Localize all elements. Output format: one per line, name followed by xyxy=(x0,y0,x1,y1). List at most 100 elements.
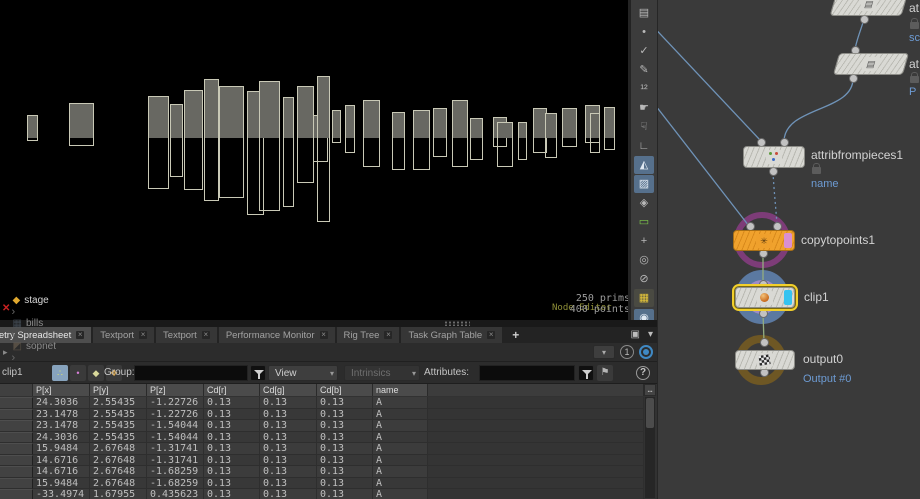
row-number-cell[interactable] xyxy=(0,466,33,478)
tab-performance-monitor[interactable]: Performance Monitor× xyxy=(219,327,335,343)
cell: 2.67648 xyxy=(90,443,147,455)
wireframe-box xyxy=(259,81,280,211)
intrinsics-dropdown[interactable]: Intrinsics ▾ xyxy=(344,365,420,381)
row-number-cell[interactable] xyxy=(0,409,33,421)
column-header-Cdg[interactable]: Cd[g] xyxy=(260,384,317,396)
tab-add-button[interactable]: + xyxy=(504,327,527,343)
output0-connector[interactable] xyxy=(760,338,769,347)
no-preview-icon[interactable]: ⊘ xyxy=(634,270,654,288)
column-header-filler xyxy=(428,384,644,396)
attributes-filter-icon[interactable] xyxy=(578,365,594,381)
scrollbar-thumb[interactable] xyxy=(646,398,654,428)
scene-viewport[interactable]: Node Editor 250 prims 400 points ✕ xyxy=(0,0,628,320)
tab-close-icon[interactable]: × xyxy=(320,331,328,339)
cone-snap-icon[interactable]: ◭ xyxy=(634,156,654,174)
tab-rig-tree[interactable]: Rig Tree× xyxy=(337,327,400,343)
wireframe-box xyxy=(317,76,330,222)
attribnode-b-connector[interactable] xyxy=(849,74,858,83)
cell-filler xyxy=(428,397,644,409)
help-button[interactable]: ? xyxy=(636,366,650,380)
point-numbers-icon[interactable]: ¹² xyxy=(634,80,654,98)
row-number-cell[interactable] xyxy=(0,443,33,455)
column-header-name[interactable]: name xyxy=(373,384,428,396)
row-number-cell[interactable] xyxy=(0,420,33,432)
row-number-cell[interactable] xyxy=(0,397,33,409)
prims-count: 250 prims xyxy=(546,293,628,304)
attribnode-a-connector[interactable] xyxy=(860,15,869,24)
clip1-flag-segment[interactable] xyxy=(784,290,792,305)
geometry-box-icon[interactable]: ▭ xyxy=(634,213,654,231)
wireframe-box xyxy=(392,112,405,170)
vertices-mode-button[interactable]: • xyxy=(70,365,86,381)
pane-type-icon[interactable]: ▣ xyxy=(631,329,640,340)
row-number-cell[interactable] xyxy=(0,489,33,499)
cell: 1.67955 xyxy=(90,489,147,499)
link-badge[interactable]: 1 xyxy=(620,345,634,359)
breadcrumb-item-stage[interactable]: ◆stage xyxy=(10,295,88,306)
angle-ruler-icon[interactable]: ∟ xyxy=(634,137,654,155)
tab-close-icon[interactable]: × xyxy=(384,331,392,339)
tab-close-icon[interactable]: × xyxy=(202,331,210,339)
points-mode-button[interactable]: ∴ xyxy=(52,365,68,381)
flag-button[interactable]: ⚑ xyxy=(597,365,613,381)
hand-tool-icon[interactable]: ☛ xyxy=(634,99,654,117)
tab-close-icon[interactable]: × xyxy=(139,331,147,339)
node-copytopoints1[interactable]: ✳ xyxy=(733,230,795,251)
attributes-input[interactable] xyxy=(479,365,575,381)
pane-menu-arrow-icon[interactable]: ▾ xyxy=(648,329,653,340)
node-output0[interactable] xyxy=(735,350,795,370)
node-attribnode-b[interactable]: ▤ xyxy=(833,53,909,75)
row-number-cell[interactable] xyxy=(0,455,33,467)
breadcrumb-lead-icon[interactable]: ▸ xyxy=(0,347,10,358)
group-filter-icon[interactable] xyxy=(250,365,266,381)
houdini-window: Node Editor 250 prims 400 points ✕ ▤•✓✎¹… xyxy=(0,0,920,499)
tab-textport[interactable]: Textport× xyxy=(156,327,217,343)
wireframe-box xyxy=(345,105,355,153)
diamond-snap-icon[interactable]: ◈ xyxy=(634,194,654,212)
column-header-Py[interactable]: P[y] xyxy=(90,384,147,396)
row-number-cell[interactable] xyxy=(0,478,33,490)
multi-snap-icon[interactable]: ▨ xyxy=(634,175,654,193)
select-tool-icon[interactable]: ✓ xyxy=(634,42,654,60)
column-header-Pz[interactable]: P[z] xyxy=(147,384,204,396)
tab-task-graph-table[interactable]: Task Graph Table× xyxy=(401,327,502,343)
column-header-Cdr[interactable]: Cd[r] xyxy=(204,384,260,396)
geometry-table[interactable]: P[x]P[y]P[z]Cd[r]Cd[g]Cd[b]name 24.30362… xyxy=(0,384,657,499)
attribfrompieces1-label: attribfrompieces1 xyxy=(811,148,903,162)
cell: 0.13 xyxy=(317,409,373,421)
grid-toggle-icon[interactable]: ▦ xyxy=(634,289,654,307)
breadcrumb-item-sopnet[interactable]: ◩sopnet xyxy=(10,341,88,352)
table-row: 24.30362.55435-1.540440.130.130.13A xyxy=(0,432,657,444)
attribfrompieces1-connector[interactable] xyxy=(769,167,778,176)
edit-tool-icon[interactable]: ✎ xyxy=(634,61,654,79)
group-input[interactable] xyxy=(134,365,248,381)
handles-icon[interactable]: ▤ xyxy=(634,4,654,22)
column-header-Px[interactable]: P[x] xyxy=(33,384,90,396)
path-dropdown-button[interactable]: ▾ xyxy=(593,345,615,359)
copytopoints1-flag-segment[interactable] xyxy=(784,233,792,248)
circle-target-icon[interactable]: ◎ xyxy=(634,251,654,269)
column-header-Cdb[interactable]: Cd[b] xyxy=(317,384,373,396)
node-attribfrompieces1[interactable] xyxy=(743,146,805,168)
node-attribnode-a[interactable]: ▤ xyxy=(830,0,909,16)
hand-four-icon[interactable]: ☟ xyxy=(634,118,654,136)
cell: 0.13 xyxy=(204,409,260,421)
point-tool-icon[interactable]: • xyxy=(634,23,654,41)
tab-close-icon[interactable]: × xyxy=(487,331,495,339)
table-options-button[interactable]: … xyxy=(644,384,656,396)
tab-textport[interactable]: Textport× xyxy=(93,327,154,343)
clip1-connector[interactable] xyxy=(759,309,768,318)
node-clip1[interactable] xyxy=(735,287,795,308)
axis-jack-icon[interactable]: + xyxy=(634,232,654,250)
cell: 14.6716 xyxy=(33,455,90,467)
row-number-cell[interactable] xyxy=(0,432,33,444)
view-dropdown[interactable]: View ▾ xyxy=(268,365,338,381)
pane-drag-handle[interactable] xyxy=(444,321,470,326)
attribfrompieces1-icon xyxy=(766,150,782,164)
breadcrumb-item-bills[interactable]: ▦bills xyxy=(10,318,88,329)
table-scrollbar[interactable] xyxy=(645,397,655,498)
network-editor[interactable]: ▤atsca▤atPattribfrompieces1name✳copytopo… xyxy=(657,0,920,499)
cell: 0.13 xyxy=(204,420,260,432)
primitives-mode-button[interactable]: ◆ xyxy=(88,365,104,381)
pin-target-icon[interactable] xyxy=(639,345,653,359)
